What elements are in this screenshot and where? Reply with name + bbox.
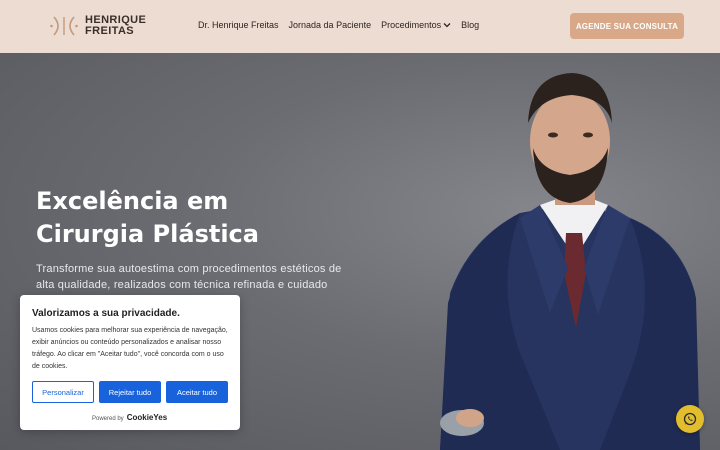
nav-item-jornada[interactable]: Jornada da Paciente (289, 20, 372, 30)
logo[interactable]: HENRIQUE FREITAS (50, 14, 146, 38)
reject-all-button[interactable]: Rejeitar tudo (99, 381, 161, 403)
powered-by-label: Powered by (92, 416, 124, 422)
logo-mark-icon (50, 16, 78, 36)
whatsapp-icon (683, 412, 697, 426)
schedule-consultation-button[interactable]: AGENDE SUA CONSULTA (570, 13, 684, 39)
cookie-consent-banner: Valorizamos a sua privacidade. Usamos co… (20, 295, 240, 430)
doctor-portrait-image (440, 73, 700, 450)
cookie-description: Usamos cookies para melhorar sua experiê… (32, 327, 228, 370)
nav-item-label: Dr. Henrique Freitas (198, 20, 279, 30)
whatsapp-button[interactable] (676, 405, 704, 433)
nav-item-procedimentos[interactable]: Procedimentos (381, 20, 451, 30)
powered-by: Powered by CookieYes (92, 413, 167, 422)
hero-title: Excelência em Cirurgia Plástica (36, 185, 366, 251)
hero-title-line-2: Cirurgia Plástica (36, 220, 259, 248)
chevron-down-icon (443, 23, 451, 28)
nav-item-label: Procedimentos (381, 20, 442, 30)
customize-button[interactable]: Personalizar (32, 381, 94, 403)
nav-item-blog[interactable]: Blog (461, 20, 479, 30)
main-nav: Dr. Henrique Freitas Jornada da Paciente… (198, 20, 479, 30)
nav-item-dr-henrique[interactable]: Dr. Henrique Freitas (198, 20, 279, 30)
cookieyes-brand[interactable]: CookieYes (127, 413, 167, 422)
hero-title-line-1: Excelência em (36, 187, 229, 215)
hero-description: Transforme sua autoestima com procedimen… (36, 263, 342, 291)
logo-text: HENRIQUE FREITAS (85, 15, 146, 37)
accept-all-button[interactable]: Aceitar tudo (166, 381, 228, 403)
nav-item-label: Jornada da Paciente (288, 20, 372, 30)
site-header: HENRIQUE FREITAS Dr. Henrique Freitas Jo… (0, 0, 720, 53)
nav-item-label: Blog (461, 20, 480, 30)
logo-line-2: FREITAS (85, 25, 135, 37)
cookie-title: Valorizamos a sua privacidade. (32, 308, 180, 319)
